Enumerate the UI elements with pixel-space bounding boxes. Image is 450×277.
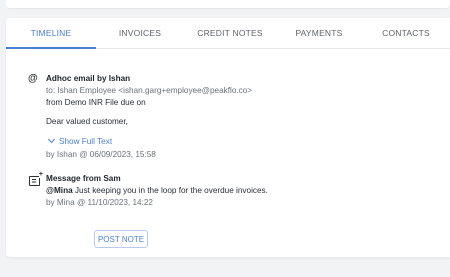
tab-bar: TIMELINE INVOICES CREDIT NOTES PAYMENTS …	[6, 18, 450, 49]
email-greeting: Dear valued customer,	[46, 117, 128, 126]
email-subject: from Demo INR File due on	[46, 98, 146, 107]
message-body: @Mina Just keeping you in the loop for t…	[46, 186, 268, 195]
email-meta: by Ishan @ 06/09/2023, 15:58	[46, 150, 156, 159]
at-sign-icon: @	[28, 73, 38, 84]
tab-invoices[interactable]: INVOICES	[96, 18, 184, 48]
show-full-text-label: Show Full Text	[59, 137, 113, 146]
chevron-down-icon	[47, 135, 56, 144]
message-meta: by Mina @ 11/10/2023, 14:22	[46, 198, 153, 207]
add-note-icon	[29, 171, 43, 186]
previous-card	[6, 0, 450, 9]
email-recipient: to: Ishan Employee <ishan.garg+employee@…	[46, 86, 253, 95]
email-title: Adhoc email by Ishan	[46, 74, 131, 83]
message-title: Message from Sam	[46, 174, 121, 183]
show-full-text-link[interactable]: Show Full Text	[47, 135, 113, 146]
tab-credit-notes[interactable]: CREDIT NOTES	[184, 18, 276, 48]
message-text: Just keeping you in the loop for the ove…	[72, 186, 268, 195]
message-mention: @Mina	[46, 186, 73, 195]
tab-contacts[interactable]: CONTACTS	[362, 18, 450, 48]
post-note-button[interactable]: POST NOTE	[94, 230, 148, 248]
tab-timeline[interactable]: TIMELINE	[6, 18, 96, 49]
customer-activity-card: TIMELINE INVOICES CREDIT NOTES PAYMENTS …	[6, 18, 450, 257]
tab-payments[interactable]: PAYMENTS	[276, 18, 362, 48]
